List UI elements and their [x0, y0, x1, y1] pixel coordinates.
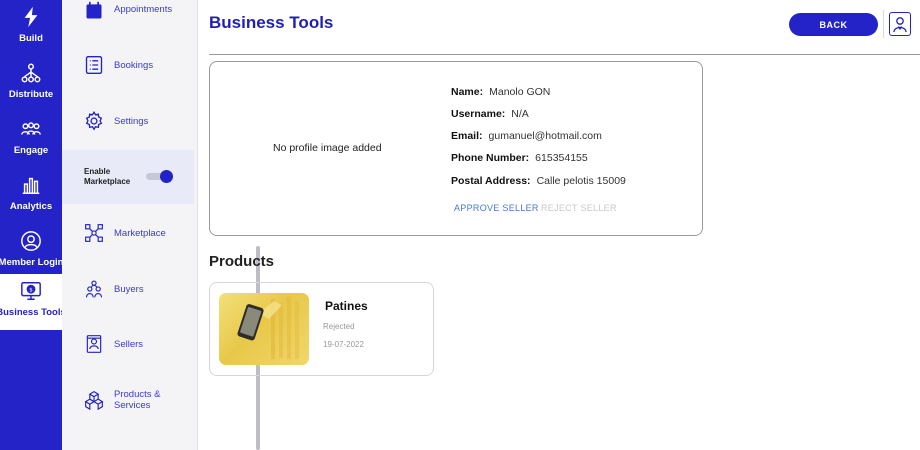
rail-item-distribute[interactable]: Distribute — [0, 56, 62, 112]
field-label: Postal Address: — [451, 175, 531, 187]
business-tools-subnav: Appointments Bookings Settings Enable Mar… — [62, 0, 260, 450]
subnav-item-label: Buyers — [114, 283, 144, 295]
product-status: Rejected — [323, 322, 355, 331]
rail-item-label: Engage — [13, 145, 49, 156]
rail-item-member-login[interactable]: Member Login — [0, 224, 64, 280]
subnav-item-buyers[interactable]: Buyers — [62, 261, 194, 317]
enable-marketplace-toggle[interactable] — [146, 170, 173, 183]
subnav-item-label: Bookings — [114, 59, 154, 71]
product-date: 19-07-2022 — [323, 340, 364, 349]
dollar-monitor-icon: $ — [21, 282, 41, 300]
user-circle-icon — [21, 231, 41, 251]
user-avatar-button[interactable] — [889, 12, 911, 36]
subnav-item-marketplace[interactable]: Marketplace — [62, 205, 194, 261]
sellers-icon — [86, 335, 102, 353]
rail-item-label: Build — [19, 33, 43, 44]
rail-item-build[interactable]: Build — [0, 0, 62, 56]
cubes-icon — [84, 390, 104, 410]
field-value: Calle pelotis 15009 — [536, 175, 626, 187]
products-heading: Products — [209, 253, 275, 270]
rail-item-label: Business Tools — [0, 307, 66, 318]
profile-address-row: Postal Address: Calle pelotis 15009 — [451, 175, 626, 187]
back-button[interactable]: BACK — [789, 13, 878, 36]
rail-item-label: Member Login — [0, 257, 64, 268]
profile-phone-row: Phone Number: 615354155 — [451, 152, 588, 164]
product-name: Patines — [325, 299, 368, 313]
field-value: gumanuel@hotmail.com — [488, 130, 602, 142]
product-thumbnail — [219, 293, 309, 365]
subnav-item-products-services[interactable]: Products & Services — [62, 372, 194, 428]
subnav-item-appointments[interactable]: Appointments — [62, 0, 194, 38]
field-label: Email: — [451, 130, 483, 142]
no-profile-image-text: No profile image added — [273, 142, 382, 154]
main-rail: Build Distribute Engage Analytics Member… — [0, 0, 66, 450]
profile-name-row: Name: Manolo GON — [451, 86, 550, 98]
calendar-icon — [86, 1, 102, 19]
subnav-item-label: Sellers — [114, 338, 144, 350]
page-title: Business Tools — [209, 13, 334, 32]
field-value: Manolo GON — [489, 86, 551, 98]
subnav-item-label: Appointments — [114, 4, 173, 15]
rail-item-business-tools[interactable]: $ Business Tools — [0, 274, 66, 330]
rail-item-label: Analytics — [9, 201, 53, 212]
rail-item-engage[interactable]: Engage — [0, 112, 62, 168]
profile-email-row: Email: gumanuel@hotmail.com — [451, 130, 602, 142]
rail-item-analytics[interactable]: Analytics — [0, 168, 62, 224]
enable-marketplace-label: Enable Marketplace — [84, 167, 131, 186]
phone-image-icon — [237, 297, 299, 359]
user-avatar-icon — [893, 17, 907, 33]
marketplace-icon — [85, 224, 103, 242]
approve-seller-button[interactable]: APPROVE SELLER — [454, 203, 539, 213]
users-icon — [21, 122, 41, 135]
profile-username-row: Username: N/A — [451, 108, 529, 120]
subnav-item-bookings[interactable]: Bookings — [62, 37, 194, 93]
field-value: 615354155 — [535, 152, 588, 164]
field-label: Username: — [451, 108, 506, 120]
gear-icon — [85, 111, 103, 131]
rail-item-label: Distribute — [8, 89, 54, 100]
bar-chart-icon — [22, 177, 40, 194]
list-icon — [85, 56, 103, 74]
network-icon — [21, 63, 41, 83]
field-label: Name: — [451, 86, 484, 98]
subnav-item-settings[interactable]: Settings — [62, 93, 194, 149]
header-divider — [883, 10, 884, 38]
field-value: N/A — [511, 108, 529, 120]
header-divider-line — [209, 54, 920, 55]
svg-text:$: $ — [29, 287, 33, 293]
buyers-icon — [85, 280, 103, 298]
subnav-item-label: Marketplace — [114, 227, 166, 239]
subnav-item-label: Settings — [114, 115, 149, 127]
enable-marketplace-row: Enable Marketplace — [62, 150, 194, 204]
reject-seller-button[interactable]: REJECT SELLER — [541, 203, 617, 213]
lightning-icon — [24, 6, 38, 28]
subnav-item-sellers[interactable]: Sellers — [62, 316, 194, 372]
subnav-item-label: Products & Services — [114, 389, 161, 411]
field-label: Phone Number: — [451, 152, 530, 164]
